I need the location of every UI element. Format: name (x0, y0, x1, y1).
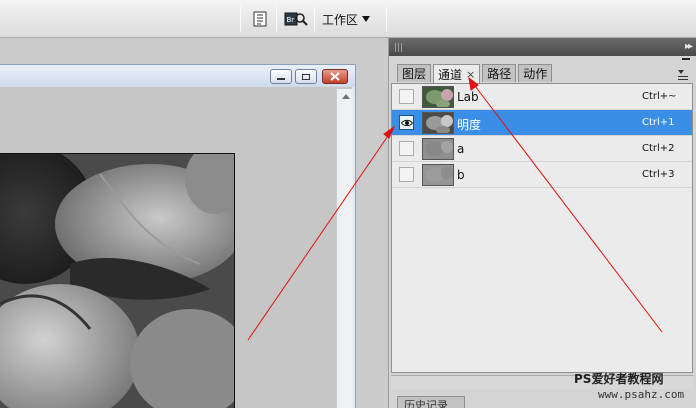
document-icon[interactable] (250, 9, 270, 29)
channel-name: a (457, 142, 465, 156)
workspace-canvas (0, 38, 388, 408)
tab-layers[interactable]: 图层 (397, 64, 432, 82)
channel-thumbnail (422, 164, 454, 186)
channel-row-b[interactable]: b Ctrl+3 (392, 162, 692, 188)
scroll-up-icon[interactable] (342, 94, 350, 99)
panel-dock-header[interactable]: ▸▸ (389, 38, 696, 56)
toolbar-separator (386, 6, 387, 32)
panel-minimize-icon[interactable] (682, 58, 690, 60)
watermark-url: www.psahz.com (598, 388, 685, 401)
tab-paths[interactable]: 路径 (482, 64, 517, 82)
channel-shortcut: Ctrl+2 (642, 143, 675, 154)
collapse-icon[interactable]: ▸▸ (685, 41, 693, 52)
tab-history[interactable]: 历史记录 (397, 396, 465, 408)
bridge-search-icon[interactable]: Br (283, 9, 309, 29)
panel-menu-icon[interactable] (678, 70, 692, 82)
close-icon[interactable] (322, 69, 348, 84)
channels-panel: ▸▸ 图层 通道 × 路径 动作 Lab Ctrl+~ 明度 Ctrl+1 a … (388, 38, 696, 408)
toolbar-separator (240, 6, 241, 32)
tab-label: 路径 (487, 67, 512, 81)
channel-thumbnail (422, 86, 454, 108)
document-titlebar[interactable] (0, 65, 355, 87)
toolbar-separator (276, 6, 277, 32)
visibility-toggle[interactable] (399, 141, 414, 156)
minimize-icon[interactable] (270, 69, 292, 84)
visibility-toggle[interactable] (399, 89, 414, 104)
tab-label: 通道 (438, 67, 463, 82)
svg-text:Br: Br (287, 16, 295, 24)
visibility-toggle[interactable] (399, 167, 414, 182)
tab-label: 动作 (523, 67, 548, 81)
toolbar-separator (314, 6, 315, 32)
workspace-label: 工作区 (322, 12, 359, 27)
workspace-menu[interactable]: 工作区 (322, 10, 371, 28)
maximize-icon[interactable] (295, 69, 317, 84)
channel-thumbnail (422, 112, 454, 134)
eye-icon[interactable] (399, 115, 414, 130)
grip-icon[interactable] (395, 43, 403, 52)
options-bar: Br 工作区 (0, 0, 696, 38)
vertical-scrollbar[interactable] (336, 89, 353, 408)
panel-tabs: 图层 通道 × 路径 动作 (397, 64, 553, 83)
channel-thumbnail (422, 138, 454, 160)
channel-row-a[interactable]: a Ctrl+2 (392, 136, 692, 162)
channel-row-lightness[interactable]: 明度 Ctrl+1 (392, 110, 692, 136)
channel-row-lab[interactable]: Lab Ctrl+~ (392, 84, 692, 110)
tab-channels[interactable]: 通道 × (433, 64, 481, 83)
channel-shortcut: Ctrl+~ (642, 91, 677, 102)
tab-actions[interactable]: 动作 (518, 64, 553, 82)
channel-name: Lab (457, 90, 479, 104)
tab-label: 图层 (402, 67, 427, 81)
channel-list: Lab Ctrl+~ 明度 Ctrl+1 a Ctrl+2 b Ctrl+3 (391, 83, 693, 373)
chevron-down-icon (362, 16, 371, 22)
grayscale-photo (0, 153, 235, 408)
channel-shortcut: Ctrl+1 (642, 117, 675, 128)
channel-shortcut: Ctrl+3 (642, 169, 675, 180)
tab-close-icon[interactable]: × (466, 68, 475, 81)
channel-name: 明度 (457, 118, 482, 132)
watermark-title: PS爱好者教程网 (574, 372, 664, 386)
channel-name: b (457, 168, 465, 182)
watermark: PS爱好者教程网 www.psahz.com (574, 372, 684, 402)
tab-label: 历史记录 (404, 399, 448, 408)
